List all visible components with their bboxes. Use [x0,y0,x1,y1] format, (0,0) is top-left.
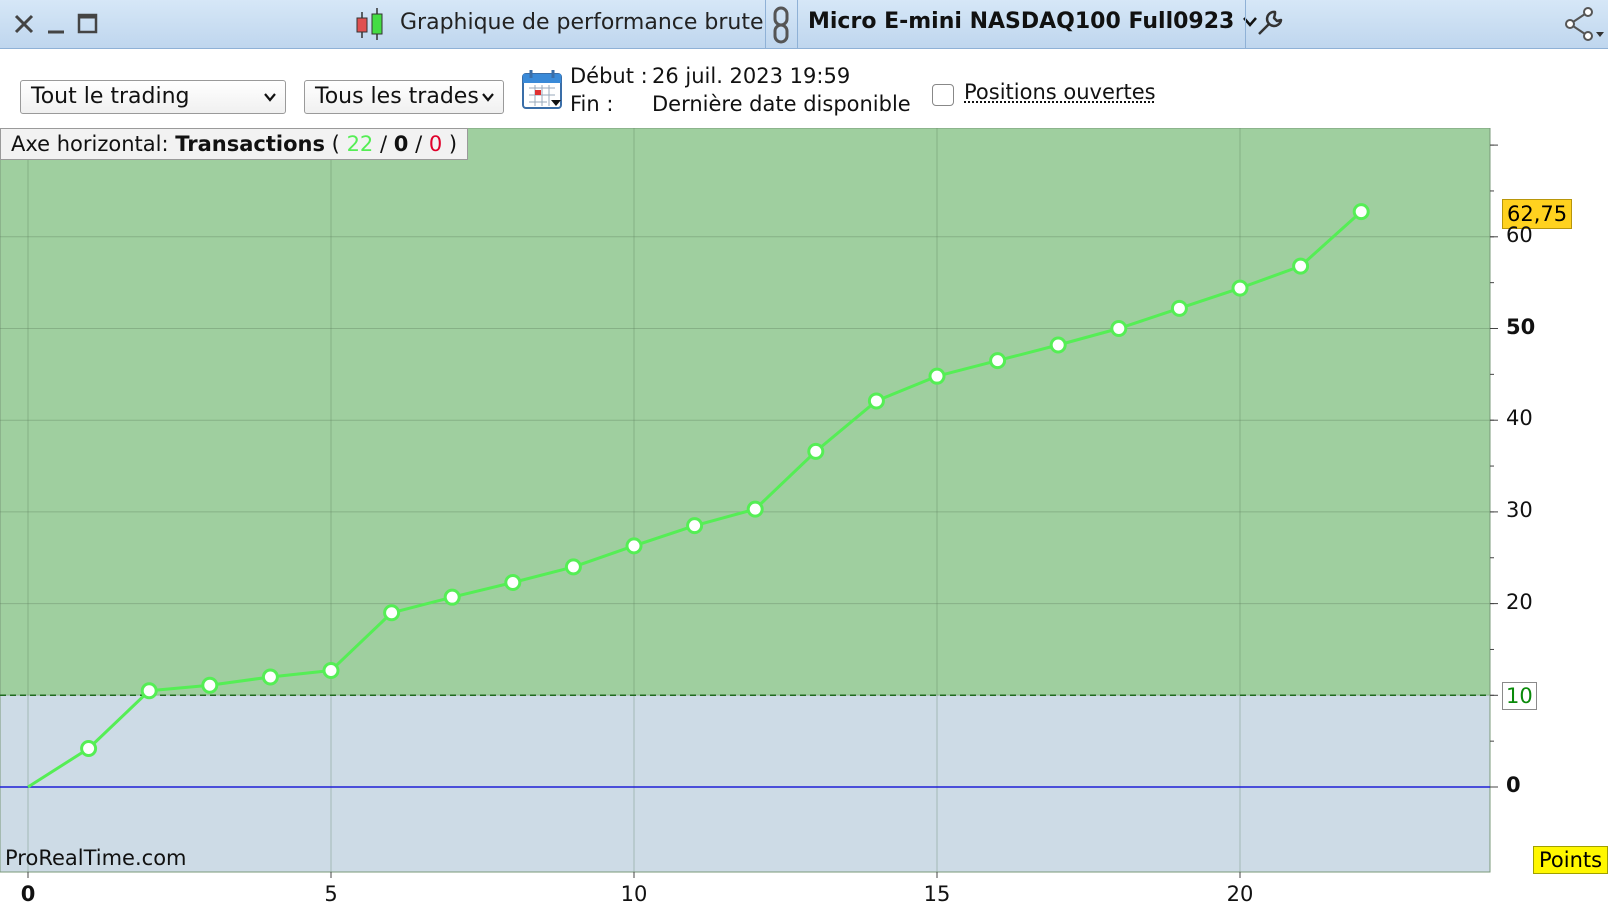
x-tick-label: 15 [923,882,951,906]
title-bar: Graphique de performance brute Micro E-m… [0,0,1608,49]
data-point [80,739,98,757]
data-point [989,352,1007,370]
chevron-down-icon [482,93,494,102]
y-tick-label: 60 [1506,222,1533,247]
calendar-icon[interactable] [521,68,563,114]
axis-badge-prefix: Axe horizontal: [11,132,169,156]
y-tick-label: 20 [1506,589,1533,614]
data-point [443,588,461,606]
data-point [201,676,219,694]
link-icon[interactable] [770,6,794,48]
y-tick-label: 0 [1506,773,1521,797]
title-separator [1245,0,1246,48]
start-value[interactable]: 26 juil. 2023 19:59 [652,64,850,88]
open-positions-checkbox[interactable] [932,84,954,106]
data-point [807,442,825,460]
data-point [504,574,522,592]
title-separator [765,0,766,48]
axis-badge-mode: Transactions [175,132,325,156]
maximize-icon[interactable] [74,8,102,38]
instrument-selector[interactable]: Micro E-mini NASDAQ100 Full0923 [808,9,1258,34]
open-positions-label[interactable]: Positions ouvertes [964,80,1156,104]
threshold-badge: 10 [1502,682,1537,710]
axis-badge-close-paren: ) [448,132,458,156]
data-point [686,517,704,535]
date-range: Début :26 juil. 2023 19:59 Fin : Dernière… [570,62,911,118]
x-tick-label: 5 [324,882,338,906]
data-point [1110,320,1128,337]
end-value[interactable]: Dernière date disponible [652,92,911,116]
share-icon[interactable] [1560,6,1604,48]
scope-select[interactable]: Tout le trading [20,80,286,114]
axis-badge-separator: / [379,132,388,156]
x-tick-label: 10 [620,882,648,906]
negative-zone [0,695,1490,872]
wrench-icon[interactable] [1255,8,1285,42]
data-point [928,367,946,385]
positive-zone [0,128,1490,696]
y-tick-label: 30 [1506,497,1533,522]
window-title: Graphique de performance brute [400,10,764,35]
y-tick-label: 40 [1506,406,1533,431]
axis-badge-open-paren: ( [331,132,340,156]
data-point [1352,203,1370,221]
data-point [261,668,279,686]
trades-select[interactable]: Tous les trades [304,80,504,114]
start-label: Début : [570,64,648,88]
minimize-icon[interactable] [42,8,70,38]
trades-select-value: Tous les trades [315,84,479,109]
scope-select-value: Tout le trading [31,84,190,109]
horizontal-axis-badge[interactable]: Axe horizontal: Transactions ( 22 / 0 / … [0,128,469,160]
instrument-name: Micro E-mini NASDAQ100 Full0923 [808,9,1235,34]
unit-badge[interactable]: Points [1533,846,1608,874]
candlestick-icon [352,6,388,46]
chevron-down-icon [264,93,276,102]
title-separator [797,0,798,48]
data-point [1292,257,1310,275]
y-tick-label: 50 [1506,314,1536,339]
data-point [1170,299,1188,317]
data-point [867,392,885,410]
losses-count: 0 [428,132,443,156]
performance-chart [0,128,1498,878]
end-label: Fin : [570,92,614,116]
data-point [746,500,764,518]
watermark: ProRealTime.com [5,846,187,870]
x-tick-label: 0 [20,882,36,906]
wins-count: 22 [346,132,374,156]
neutral-count: 0 [393,132,409,156]
axis-badge-separator: / [415,132,423,156]
data-point [1231,279,1249,297]
close-icon[interactable] [10,8,38,38]
data-point [564,558,582,576]
data-point [140,682,158,700]
data-point [322,662,340,680]
data-point [383,604,401,622]
data-point [625,537,643,555]
data-point [1049,336,1067,354]
x-tick-label: 20 [1226,882,1254,906]
